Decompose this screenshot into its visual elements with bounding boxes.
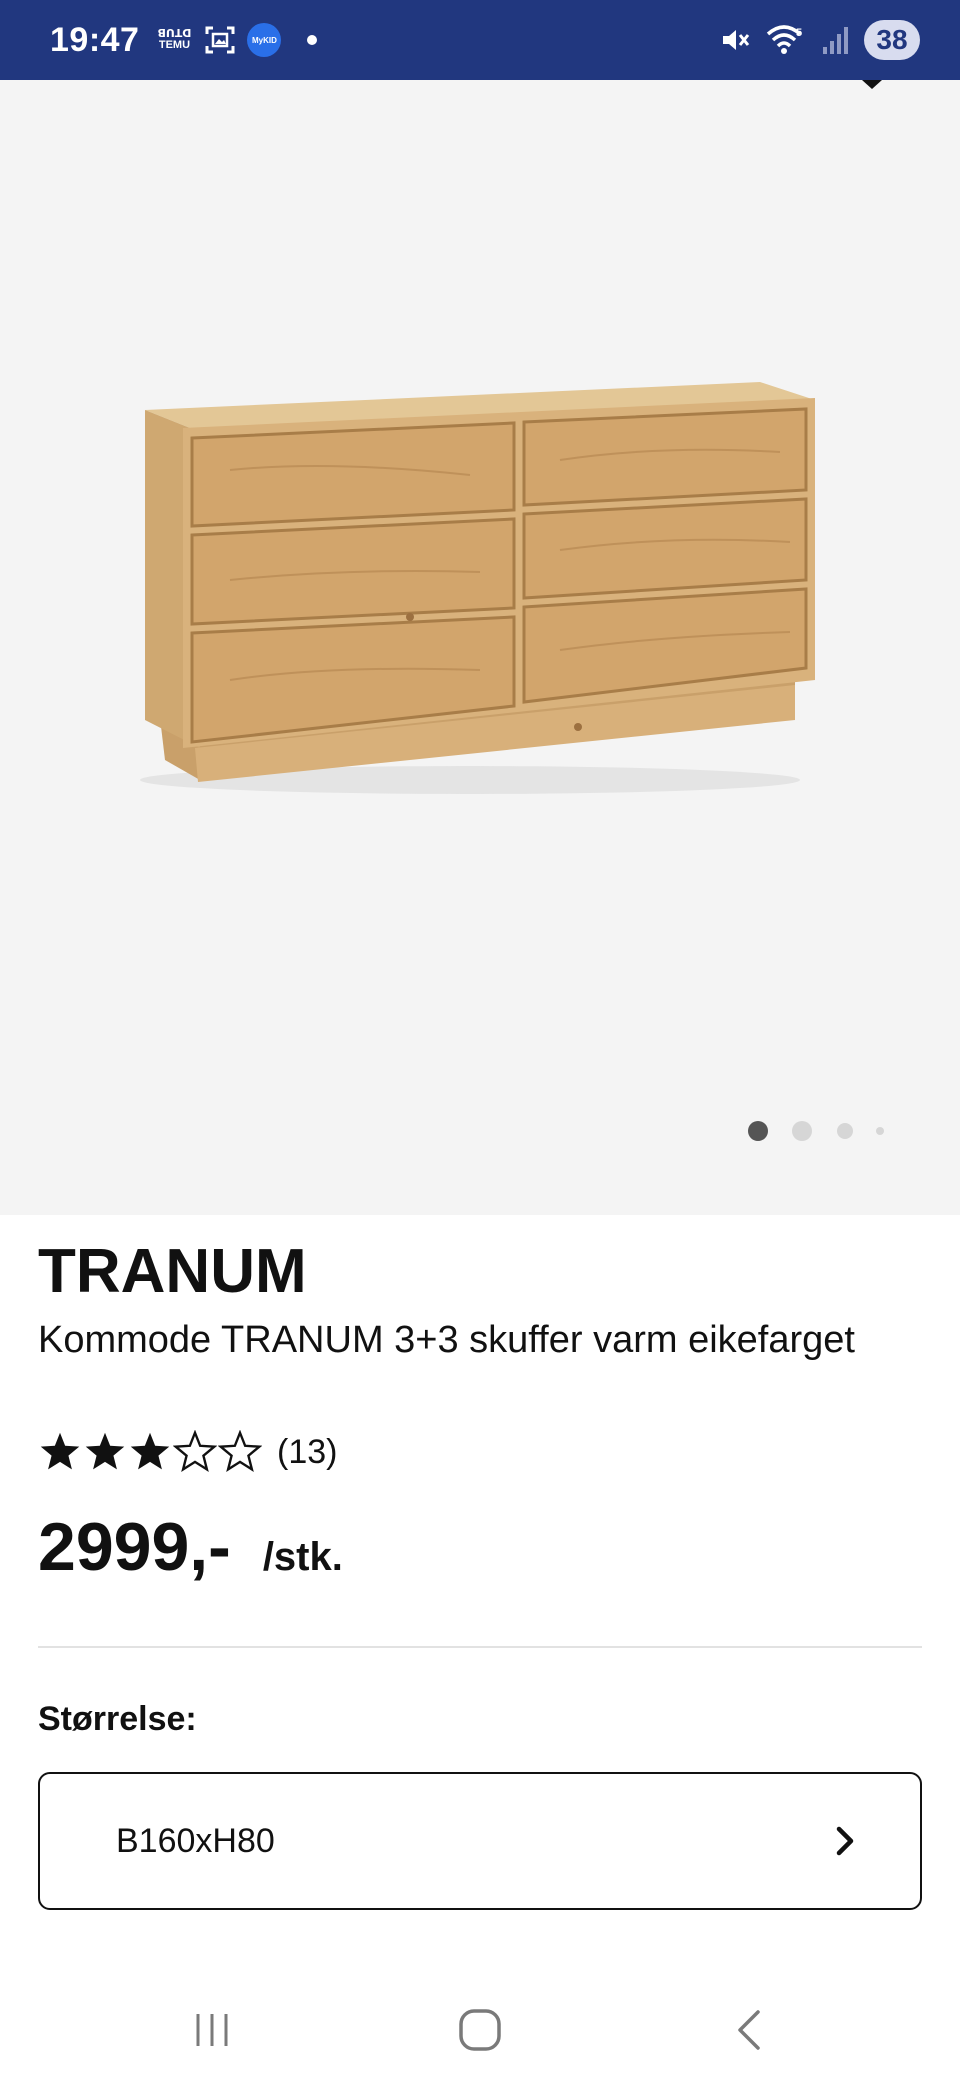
mute-icon — [723, 30, 750, 50]
star-filled-icon — [130, 1432, 170, 1470]
product-brand: TRANUM — [38, 1237, 307, 1306]
product-rating[interactable]: (13) — [38, 1430, 337, 1474]
dresser-image — [140, 80, 882, 794]
home-icon — [459, 2009, 501, 2051]
carousel-dot-1[interactable] — [748, 1121, 768, 1141]
star-filled-icon — [85, 1432, 125, 1470]
star-empty-icon — [173, 1430, 217, 1473]
star-filled-icon — [40, 1432, 80, 1470]
divider — [38, 1646, 922, 1648]
size-selected-value: B160xH80 — [116, 1821, 275, 1860]
home-button[interactable] — [450, 2000, 510, 2060]
star-empty-icon — [218, 1430, 262, 1473]
carousel-dot-3[interactable] — [837, 1123, 853, 1139]
signal-icon — [823, 27, 848, 54]
wifi-icon: 5 — [766, 25, 802, 54]
recent-apps-button[interactable] — [182, 2000, 242, 2060]
carousel-dot-2[interactable] — [792, 1121, 812, 1141]
temu-icon: ꓭꓵꓕꓷ TEMU — [157, 28, 192, 51]
carousel-dots[interactable] — [0, 1117, 960, 1147]
price-value: 2999,- — [38, 1509, 231, 1585]
screenshot-icon — [205, 26, 235, 54]
mykid-icon: MyKID — [247, 23, 282, 57]
battery-indicator: 38 — [864, 20, 920, 60]
price-unit: /stk. — [262, 1535, 343, 1579]
status-bar: 19:47 ꓭꓵꓕꓷ TEMU MyKID 5 38 — [0, 0, 960, 80]
rating-count: (13) — [277, 1432, 338, 1471]
carousel-dot-4[interactable] — [876, 1127, 884, 1135]
product-description: Kommode TRANUM 3+3 skuffer varm eikefarg… — [38, 1319, 855, 1361]
size-label: Størrelse: — [38, 1700, 197, 1738]
product-price: 2999,- /stk. — [38, 1508, 343, 1586]
system-nav-bar — [0, 1980, 960, 2080]
notification-icons: ꓭꓵꓕꓷ TEMU MyKID — [155, 23, 318, 57]
back-icon — [738, 2010, 760, 2050]
chevron-right-icon — [836, 1826, 854, 1856]
status-time: 19:47 — [50, 20, 140, 59]
notification-dot-icon — [307, 35, 318, 45]
svg-text:5: 5 — [796, 27, 802, 39]
recent-apps-icon — [196, 2014, 228, 2046]
product-image-gallery[interactable] — [0, 80, 960, 1215]
size-selector[interactable]: B160xH80 — [38, 1772, 922, 1910]
system-icons: 5 38 — [720, 20, 920, 60]
back-button[interactable] — [720, 2000, 780, 2060]
